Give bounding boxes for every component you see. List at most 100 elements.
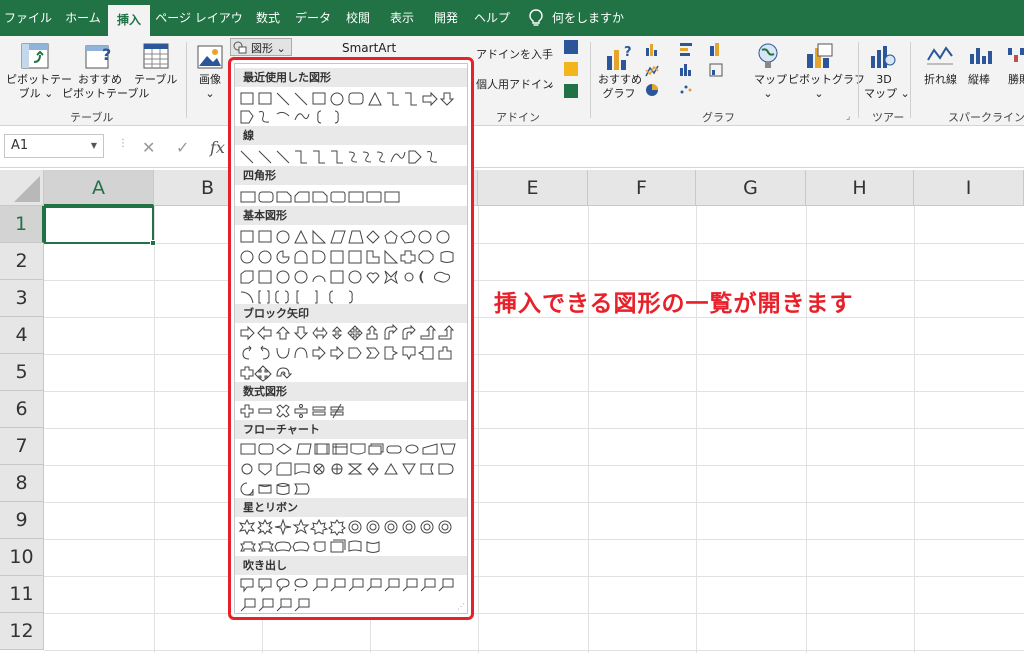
shapes-gallery-highlight: 最近使用した図形 線 四角形 基本図形 ブロック矢印 数式図形 フローチャート … [228,57,474,620]
row-header-4[interactable]: 4 [0,317,44,354]
flowchart-row-2[interactable] [239,460,465,478]
ribbon-separator [910,42,911,118]
3d-map-button[interactable]: 3D マップ ⌄ [864,73,910,101]
shapes-label: 図形 ⌄ [251,42,286,55]
tell-me-search[interactable]: 何をしますか [552,0,632,36]
name-box[interactable]: A1 ▼ [4,134,104,158]
section-flowchart: フローチャート [235,420,467,439]
ribbon-insert: ピボットテー ブル ⌄ ? おすすめ ピボットテーブル テーブル テーブル 画像… [0,36,1024,126]
flowchart-row-3[interactable] [239,480,465,498]
basic-shapes-row-2[interactable] [239,248,465,266]
line-sparkline-button[interactable]: 折れ線 [924,73,957,87]
name-box-dropdown-icon[interactable]: ▼ [91,135,97,157]
my-addins-dropdown-icon[interactable]: ⌄ [546,78,555,92]
chart-type-icons[interactable] [644,40,744,100]
winloss-sparkline-button[interactable]: 勝敗 [1008,73,1024,87]
resize-grip-icon[interactable]: ⋰ [457,602,465,611]
maps-button[interactable]: マップ ⌄ [754,73,787,101]
active-cell-a1[interactable] [44,206,154,244]
row-header-2[interactable]: 2 [0,243,44,280]
column-header-i[interactable]: I [914,170,1024,206]
select-all-triangle-icon [14,176,40,202]
group-label-tours: ツアー [872,111,905,124]
fill-handle[interactable] [150,240,156,246]
section-block-arrows: ブロック矢印 [235,304,467,323]
charts-dialog-launcher-icon[interactable]: ⌟ [846,110,850,124]
row-header-1[interactable]: 1 [0,206,44,243]
row-header-8[interactable]: 8 [0,465,44,502]
rectangle-shapes-row[interactable] [239,188,465,206]
smartart-button[interactable]: SmartArt [342,41,396,55]
ribbon-separator [858,42,859,118]
pivot-chart-button[interactable]: ピボットグラフ ⌄ [788,73,865,101]
row-header-12[interactable]: 12 [0,613,44,650]
stars-banners-row-1[interactable] [239,518,465,536]
row-header-7[interactable]: 7 [0,428,44,465]
section-recent-shapes: 最近使用した図形 [235,68,467,87]
callouts-row-1[interactable] [239,576,465,594]
block-arrows-row-1[interactable] [239,324,465,342]
tab-data[interactable]: データ [292,0,334,36]
maps-icon [758,43,778,68]
column-header-f[interactable]: F [588,170,696,206]
tab-formulas[interactable]: 数式 [248,0,288,36]
visio-icon[interactable] [564,40,578,54]
bing-maps-icon[interactable] [564,62,578,76]
select-all-button[interactable] [0,170,44,206]
section-lines: 線 [235,126,467,145]
tab-home[interactable]: ホーム [58,0,108,36]
section-basic-shapes: 基本図形 [235,206,467,225]
section-rectangles: 四角形 [235,166,467,185]
tab-help[interactable]: ヘルプ [470,0,514,36]
row-header-10[interactable]: 10 [0,539,44,576]
my-addins-button[interactable]: 個人用アドイン [476,78,553,92]
annotation-caption: 挿入できる図形の一覧が開きます [494,291,854,317]
tab-file[interactable]: ファイル [0,0,56,36]
line-shapes-row[interactable] [239,148,465,166]
column-header-g[interactable]: G [696,170,806,206]
drag-handle-icon[interactable]: ⋮ [118,138,128,156]
tab-developer[interactable]: 開発 [426,0,466,36]
block-arrows-row-2[interactable] [239,344,465,362]
recommended-pivot-icon: ? [85,45,111,69]
column-header-a[interactable]: A [44,170,154,206]
cancel-icon[interactable]: ✕ [142,138,155,157]
block-arrows-row-3[interactable] [239,364,465,382]
stars-banners-row-2[interactable] [239,538,465,556]
enter-icon[interactable]: ✓ [176,138,189,157]
recommended-pivot-button[interactable]: おすすめ ピボットテーブル [62,73,149,101]
tab-view[interactable]: 表示 [382,0,422,36]
column-header-h[interactable]: H [806,170,914,206]
flowchart-row-1[interactable] [239,440,465,458]
basic-shapes-row-3[interactable] [239,268,465,286]
tab-page-layout[interactable]: ページ レイアウト [152,0,246,61]
tab-insert[interactable]: 挿入 [108,5,150,36]
ribbon-separator [186,42,187,118]
section-callouts: 吹き出し [235,556,467,575]
callouts-row-2[interactable] [239,596,465,614]
lightbulb-icon [529,9,543,26]
people-graph-icon[interactable] [564,84,578,98]
worksheet-grid[interactable] [44,206,1024,653]
row-header-11[interactable]: 11 [0,576,44,613]
picture-button[interactable]: 画像 ⌄ [198,73,222,101]
table-button[interactable]: テーブル [134,73,177,87]
row-header-3[interactable]: 3 [0,280,44,317]
column-header-e[interactable]: E [478,170,588,206]
row-header-5[interactable]: 5 [0,354,44,391]
row-header-6[interactable]: 6 [0,391,44,428]
recommended-charts-icon: ? [607,45,632,70]
get-addins-button[interactable]: アドインを入手 [476,48,553,62]
column-sparkline-button[interactable]: 縦棒 [968,73,990,87]
row-header-9[interactable]: 9 [0,502,44,539]
recent-shapes-row-2[interactable] [239,108,465,126]
recommended-charts-button[interactable]: おすすめ グラフ [598,73,642,101]
section-stars-banners: 星とリボン [235,498,467,517]
basic-shapes-row-1[interactable] [239,228,465,246]
recent-shapes-row-1[interactable] [239,90,465,108]
equation-shapes-row[interactable] [239,402,465,420]
insert-function-icon[interactable]: fx [210,138,225,157]
tab-review[interactable]: 校閲 [338,0,378,36]
shapes-button[interactable]: 図形 ⌄ [230,38,292,56]
pivot-table-button[interactable]: ピボットテー ブル ⌄ [6,73,72,101]
